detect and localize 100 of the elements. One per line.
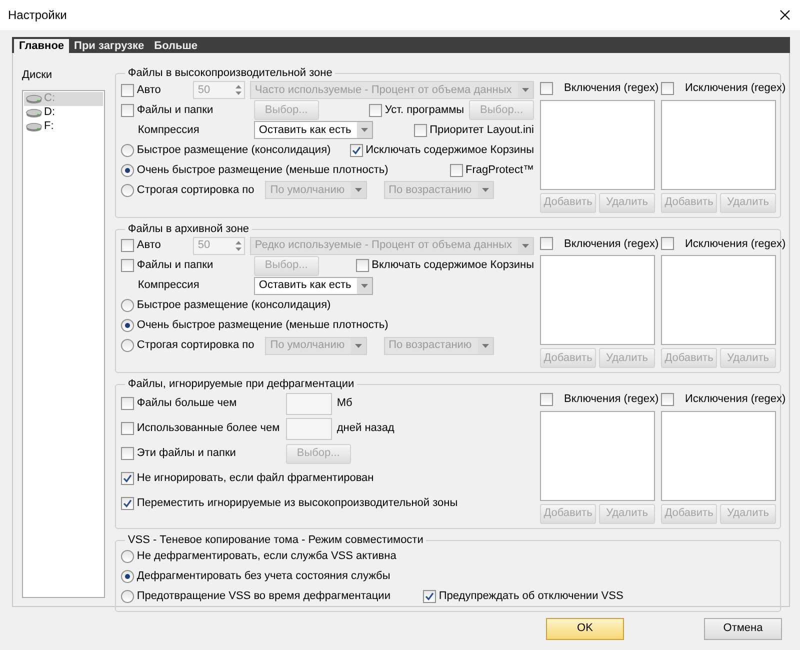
caret-icon — [361, 284, 368, 288]
input-field[interactable] — [286, 392, 332, 414]
radio-button[interactable] — [120, 339, 134, 352]
disk-item[interactable]: F: — [24, 120, 103, 134]
checkbox[interactable] — [356, 259, 369, 272]
checkbox[interactable] — [120, 472, 134, 485]
radio-label: Быстрое размещение (консолидация) — [136, 298, 331, 314]
checkbox[interactable] — [450, 164, 463, 176]
input-field[interactable] — [286, 418, 332, 440]
checkbox-label: Файлы и папки — [136, 258, 214, 274]
checkbox-label: Включения (regex) — [564, 392, 659, 407]
checkbox-label: Исключать содержимое Корзины — [366, 142, 534, 158]
checkbox-label: Исключения (regex) — [685, 236, 786, 252]
field-label: Компрессия — [136, 124, 200, 136]
radio-button[interactable] — [120, 550, 134, 563]
radio-label: Строгая сортировка по — [136, 338, 254, 354]
radio-label: Предотвращение VSS во время дефрагментации — [136, 589, 390, 604]
radio-button[interactable] — [120, 299, 134, 312]
spin-arrows-icon — [234, 84, 242, 96]
checkbox[interactable] — [120, 497, 134, 510]
checkbox-label: Уст. программы — [384, 102, 464, 118]
checkbox-label: Файлы больше чем — [136, 396, 237, 412]
group-title: Файлы в высокопроизводительной зоне — [126, 67, 334, 80]
tab[interactable]: Главное — [14, 39, 70, 53]
checkbox-label: FragProtect™ — [466, 162, 534, 178]
checkbox[interactable] — [350, 144, 363, 156]
checkbox[interactable] — [120, 84, 134, 96]
checkbox[interactable] — [540, 392, 553, 406]
checkbox-label: Включения (regex) — [564, 81, 659, 96]
checkbox-label: Предупреждать об отключении VSS — [438, 589, 624, 604]
radio-button[interactable] — [120, 590, 134, 603]
radio-button[interactable] — [120, 319, 134, 332]
regex-list[interactable] — [540, 100, 655, 190]
checkbox-label: Включать содержимое Корзины — [372, 258, 534, 274]
checkbox-label: Приоритет Layout.ini — [430, 122, 534, 138]
checkbox[interactable] — [120, 259, 134, 272]
regex-list[interactable] — [540, 410, 655, 500]
radio-button[interactable] — [120, 184, 134, 196]
group-title: VSS - Теневое копирование тома - Режим совместимости — [126, 534, 424, 546]
group-title: Файлы в архивной зоне — [126, 222, 250, 236]
checkbox-label: Эти файлы и папки — [136, 446, 236, 462]
checkbox[interactable] — [120, 447, 134, 460]
checkbox-label: Переместить игнорируемые из высокопроизводительной зоны — [136, 496, 458, 512]
ok-button[interactable]: OK — [546, 618, 624, 640]
dropdown[interactable]: Оставить как есть — [254, 276, 374, 294]
checkbox[interactable] — [120, 239, 134, 252]
group-title: Файлы, игнорируемые при дефрагментации — [126, 378, 356, 391]
checkbox[interactable] — [120, 397, 134, 410]
field-label: Компрессия — [136, 279, 200, 292]
radio-label: Дефрагментировать без учета состояния службы — [136, 569, 390, 584]
radio-button[interactable] — [120, 570, 134, 583]
tab[interactable]: Больше — [149, 39, 203, 53]
regex-list[interactable] — [661, 100, 776, 190]
regex-list[interactable] — [540, 255, 655, 345]
regex-list[interactable] — [661, 410, 776, 500]
drive-icon — [26, 108, 42, 118]
checkbox-label: Не игнорировать, если файл фрагментирован — [136, 471, 374, 486]
cancel-button[interactable]: Отмена — [704, 618, 782, 640]
checkbox-label: Исключения (regex) — [685, 81, 786, 96]
field-label: дней назад — [336, 421, 394, 436]
window-title: Настройки — [8, 7, 67, 24]
checkbox[interactable] — [422, 590, 436, 603]
radio-button[interactable] — [120, 164, 134, 176]
tab[interactable]: При загрузке — [69, 39, 150, 53]
radio-button[interactable] — [120, 144, 134, 156]
regex-list[interactable] — [661, 255, 776, 345]
checkbox-label: Исключения (regex) — [685, 392, 786, 407]
caret-icon — [482, 344, 489, 348]
checkbox[interactable] — [120, 422, 134, 435]
checkbox[interactable] — [661, 237, 674, 250]
dropdown[interactable]: Оставить как есть — [254, 121, 374, 139]
checkbox-label: Файлы и папки — [136, 102, 214, 118]
drive-icon — [26, 122, 42, 132]
checkbox[interactable] — [661, 392, 674, 406]
disks-label: Диски — [22, 68, 54, 83]
checkbox[interactable] — [368, 104, 382, 116]
radio-label: Очень быстрое размещение (меньше плотность) — [136, 318, 388, 334]
checkbox[interactable] — [540, 237, 553, 250]
checkbox-label: Включения (regex) — [564, 236, 659, 252]
disk-item[interactable]: C: — [24, 92, 103, 106]
caret-icon — [354, 188, 362, 192]
caret-icon — [354, 344, 362, 348]
caret-icon — [522, 244, 529, 248]
radio-label: Строгая сортировка по — [136, 182, 254, 198]
disk-item[interactable]: D: — [24, 106, 103, 120]
drive-icon — [26, 94, 42, 104]
checkbox-label: Использованные более чем — [136, 421, 280, 436]
checkbox[interactable] — [414, 124, 427, 136]
caret-icon — [482, 188, 489, 192]
checkbox[interactable] — [540, 82, 553, 95]
caret-icon — [522, 88, 529, 92]
spin-arrows-icon — [234, 240, 242, 252]
checkbox-label: Авто — [136, 238, 161, 254]
checkbox[interactable] — [661, 82, 674, 95]
radio-label: Быстрое размещение (консолидация) — [136, 142, 331, 158]
close-button[interactable] — [778, 8, 792, 22]
radio-label: Не дефрагментировать, если служба VSS активна — [136, 549, 396, 564]
checkbox-label: Авто — [136, 82, 161, 98]
checkbox[interactable] — [120, 104, 134, 116]
radio-label: Очень быстрое размещение (меньше плотность) — [136, 162, 388, 178]
